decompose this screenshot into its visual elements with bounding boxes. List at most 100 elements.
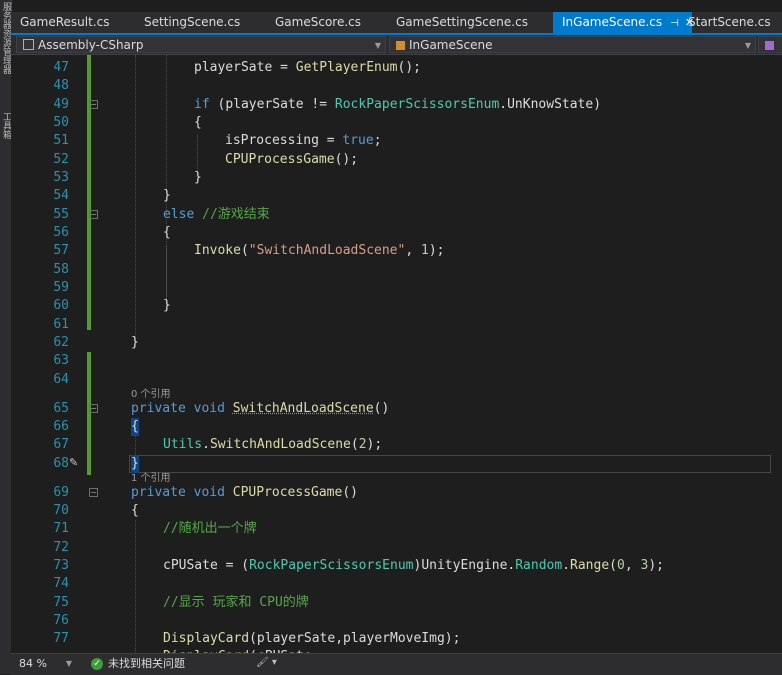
code-line: 50 { xyxy=(11,114,782,132)
code-token: void xyxy=(193,401,225,416)
line-number: 72 xyxy=(53,540,69,555)
line-number: 48 xyxy=(53,78,69,93)
line-number: 47 xyxy=(53,60,69,75)
class-dropdown[interactable]: InGameScene ▼ xyxy=(389,36,756,53)
line-number: 63 xyxy=(53,353,69,368)
line-number: 62 xyxy=(53,335,69,350)
code-line: 61 xyxy=(11,316,782,334)
csharp-project-icon xyxy=(23,39,34,50)
code-token: Range xyxy=(570,558,610,573)
method-icon xyxy=(765,41,774,50)
line-number: 77 xyxy=(53,631,69,646)
line-number: 53 xyxy=(53,170,69,185)
chevron-down-icon: ▼ xyxy=(374,41,381,50)
code-token: private xyxy=(131,401,186,416)
project-dropdown[interactable]: Assembly-CSharp ▼ xyxy=(16,36,386,53)
line-number: 61 xyxy=(53,317,69,332)
code-token: UnityEngine xyxy=(421,558,508,573)
code-token: RockPaperScissorsEnum xyxy=(334,97,500,112)
tab-label: GameResult.cs xyxy=(20,15,110,29)
server-explorer-tab[interactable]: 服务器资源管理器 xyxy=(0,2,11,74)
tab-settingscene[interactable]: SettingScene.cs xyxy=(135,12,256,33)
toolbox-tab[interactable]: 工具箱 xyxy=(0,112,11,139)
code-token: CPUProcessGame xyxy=(232,485,343,500)
line-number: 69 xyxy=(53,485,69,500)
code-token: if xyxy=(194,97,210,112)
line-number: 58 xyxy=(53,262,69,277)
code-token: private xyxy=(131,485,186,500)
code-line: 55 else //游戏结束 xyxy=(11,206,782,224)
tab-gamescore[interactable]: GameScore.cs xyxy=(266,12,387,33)
code-number: 1 xyxy=(421,243,429,258)
code-line: 59 xyxy=(11,279,782,297)
check-circle-icon: ✓ xyxy=(91,658,103,670)
line-number: 65 xyxy=(53,401,69,416)
tab-label: SettingScene.cs xyxy=(144,15,241,29)
code-line: 70 { xyxy=(11,502,782,520)
tab-label: GameScore.cs xyxy=(275,15,361,29)
code-line: 60 } xyxy=(11,297,782,315)
code-line: 63 xyxy=(11,352,782,370)
code-line: 65 private void SwitchAndLoadScene() xyxy=(11,400,782,418)
code-line: 54 } xyxy=(11,187,782,205)
code-line: 52 CPUProcessGame(); xyxy=(11,151,782,169)
class-name: InGameScene xyxy=(409,38,493,52)
line-number: 75 xyxy=(53,595,69,610)
code-token: Utils xyxy=(163,437,203,452)
code-token: Random xyxy=(515,558,563,573)
line-number: 71 xyxy=(53,521,69,536)
line-number: 54 xyxy=(53,188,69,203)
issues-status[interactable]: 未找到相关问题 xyxy=(108,656,185,672)
editor-status-bar: 84 % ▼ ✓ 未找到相关问题 🖌 ▾ xyxy=(11,653,782,675)
edit-pencil-icon: ✎ xyxy=(69,456,79,469)
tab-gameresult[interactable]: GameResult.cs xyxy=(11,12,132,33)
code-token: Invoke xyxy=(194,243,241,258)
code-line: 67 Utils.SwitchAndLoadScene(2); xyxy=(11,436,782,454)
line-number: 55 xyxy=(53,207,69,222)
code-line: 66 { xyxy=(11,418,782,436)
code-line: 73 cPUSate = (RockPaperScissorsEnum)Unit… xyxy=(11,557,782,575)
line-number: 76 xyxy=(53,613,69,628)
code-line: 72 xyxy=(11,539,782,557)
code-token: playerSate xyxy=(194,60,273,75)
tab-label: GameSettingScene.cs xyxy=(396,15,528,29)
code-line: 64 xyxy=(11,371,782,389)
line-number: 68 xyxy=(53,456,69,471)
pin-icon[interactable]: ⊣ xyxy=(670,18,679,29)
brush-icon[interactable]: 🖌 ▾ xyxy=(256,657,277,668)
code-token: true xyxy=(342,133,374,148)
line-number: 70 xyxy=(53,503,69,518)
tab-startscene[interactable]: StartScene.cs xyxy=(679,12,782,33)
code-token: RockPaperScissorsEnum xyxy=(249,558,414,573)
tab-label: InGameScene.cs xyxy=(562,15,663,29)
code-comment: //游戏结束 xyxy=(202,207,270,222)
line-number: 50 xyxy=(53,115,69,130)
line-number: 74 xyxy=(53,576,69,591)
line-number: 60 xyxy=(53,298,69,313)
line-number: 49 xyxy=(53,97,69,112)
code-token: isProcessing xyxy=(225,133,319,148)
tab-label: StartScene.cs xyxy=(688,15,771,29)
tab-ingamescene[interactable]: InGameScene.cs ⊣ ✕ xyxy=(553,12,694,33)
code-editor[interactable]: − − − − 47 playerSate = GetPlayerEnum();… xyxy=(11,55,782,653)
member-dropdown[interactable] xyxy=(758,36,782,53)
zoom-dropdown[interactable]: 84 % ▼ xyxy=(17,656,74,672)
tab-gamesettingscene[interactable]: GameSettingScene.cs xyxy=(387,12,546,33)
code-token: playerSate xyxy=(256,631,336,646)
code-token: UnKnowState xyxy=(507,97,594,112)
code-token: playerMoveImg xyxy=(343,631,445,646)
code-number: 0 xyxy=(617,558,625,573)
code-token: else xyxy=(163,207,195,222)
code-line: 69 private void CPUProcessGame() xyxy=(11,484,782,502)
code-token: CPUProcessGame xyxy=(225,152,335,167)
code-string: "SwitchAndLoadScene" xyxy=(248,243,406,258)
code-line: 58 xyxy=(11,261,782,279)
code-token: cPUSate xyxy=(163,558,218,573)
line-number: 64 xyxy=(53,372,69,387)
navigation-bar: Assembly-CSharp ▼ InGameScene ▼ xyxy=(11,35,782,55)
line-number: 67 xyxy=(53,437,69,452)
line-number: 59 xyxy=(53,280,69,295)
code-line: 49 if (playerSate != RockPaperScissorsEn… xyxy=(11,96,782,114)
code-line: 47 playerSate = GetPlayerEnum(); xyxy=(11,59,782,77)
project-name: Assembly-CSharp xyxy=(38,38,144,52)
